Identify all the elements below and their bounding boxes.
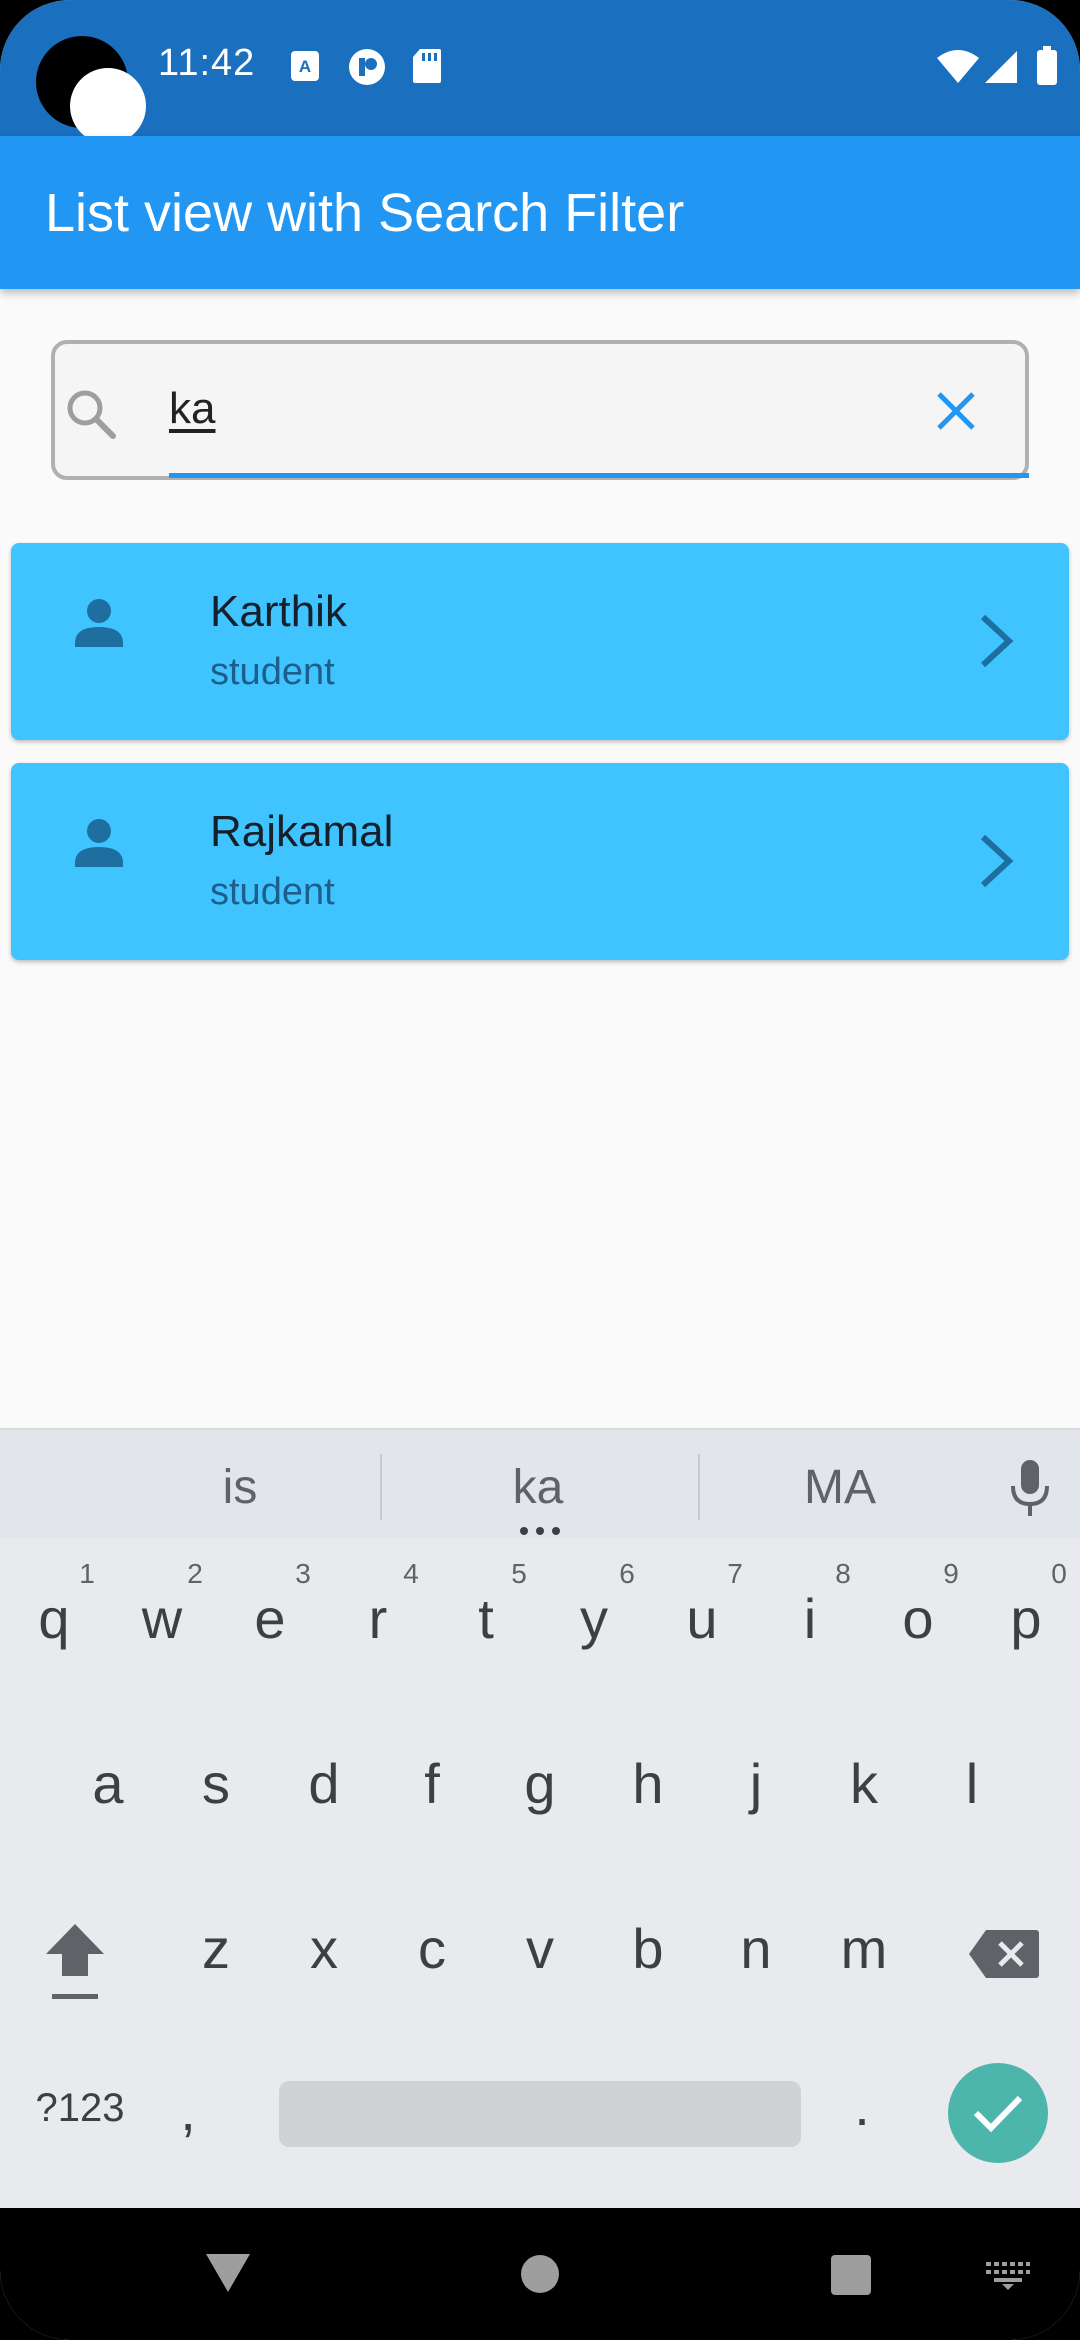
symbols-key[interactable]: ?123 xyxy=(20,2086,140,2131)
key-l[interactable]: l xyxy=(922,1751,1022,1816)
key-comma[interactable]: , xyxy=(168,2078,208,2143)
person-icon xyxy=(75,819,123,867)
battery-icon xyxy=(1037,46,1057,85)
key-d[interactable]: d xyxy=(274,1751,374,1816)
recents-icon[interactable] xyxy=(830,2254,872,2296)
suggestion-ka[interactable]: ka xyxy=(478,1460,598,1515)
space-key[interactable] xyxy=(279,2081,801,2147)
key-v[interactable]: v xyxy=(490,1916,590,1981)
list-item-title: Rajkamal xyxy=(210,807,394,856)
text-recognition-icon: A xyxy=(291,51,319,81)
key-g[interactable]: g xyxy=(490,1751,590,1816)
list-item[interactable]: Karthik student xyxy=(11,543,1069,740)
camera-cutout xyxy=(36,36,146,144)
sd-card-icon xyxy=(413,49,441,83)
person-icon xyxy=(75,599,123,647)
close-icon[interactable] xyxy=(931,386,981,436)
list-item-subtitle: student xyxy=(210,871,335,913)
key-h[interactable]: h xyxy=(598,1751,698,1816)
microphone-icon[interactable] xyxy=(1008,1458,1052,1518)
key-b[interactable]: b xyxy=(598,1916,698,1981)
suggestion-ma[interactable]: MA xyxy=(780,1460,900,1515)
key-k[interactable]: k xyxy=(814,1751,914,1816)
phone-screen: 11:42 A List view with Search Filter ka … xyxy=(0,0,1080,2340)
key-q[interactable]: q xyxy=(4,1586,104,1651)
key-o[interactable]: o xyxy=(868,1586,968,1651)
key-s[interactable]: s xyxy=(166,1751,266,1816)
chevron-right-icon[interactable] xyxy=(973,831,1017,891)
keyboard-switch-icon[interactable] xyxy=(986,2262,1030,2290)
key-period[interactable]: . xyxy=(842,2073,882,2138)
search-input[interactable]: ka xyxy=(169,384,215,434)
shift-icon[interactable] xyxy=(40,1918,110,2008)
suggestion-divider xyxy=(380,1454,382,1520)
key-f[interactable]: f xyxy=(382,1751,482,1816)
backspace-icon[interactable] xyxy=(968,1928,1040,1980)
key-z[interactable]: z xyxy=(166,1916,266,1981)
suggestion-divider xyxy=(698,1454,700,1520)
svg-text:A: A xyxy=(299,57,311,76)
app-bar: List view with Search Filter xyxy=(0,136,1080,289)
chevron-right-icon[interactable] xyxy=(973,611,1017,671)
status-bar: 11:42 A xyxy=(0,0,1080,144)
soft-keyboard: is ka MA 1 2 3 4 5 6 7 8 9 0 q w e r t y… xyxy=(0,1428,1080,2208)
page-title: List view with Search Filter xyxy=(45,183,685,243)
key-e[interactable]: e xyxy=(220,1586,320,1651)
key-w[interactable]: w xyxy=(112,1586,212,1651)
wifi-icon xyxy=(937,50,979,83)
list-item-subtitle: student xyxy=(210,651,335,693)
key-u[interactable]: u xyxy=(652,1586,752,1651)
back-icon[interactable] xyxy=(204,2252,252,2294)
list-item[interactable]: Rajkamal student xyxy=(11,763,1069,960)
key-n[interactable]: n xyxy=(706,1916,806,1981)
key-r[interactable]: r xyxy=(328,1586,428,1651)
key-a[interactable]: a xyxy=(58,1751,158,1816)
key-y[interactable]: y xyxy=(544,1586,644,1651)
suggestion-is[interactable]: is xyxy=(180,1460,300,1515)
app-notification-icon xyxy=(349,49,385,85)
status-time: 11:42 xyxy=(158,42,256,84)
search-field[interactable]: ka xyxy=(51,340,1029,480)
suggestion-bar: is ka MA xyxy=(0,1428,1080,1538)
camera-lens xyxy=(70,68,146,144)
key-x[interactable]: x xyxy=(274,1916,374,1981)
check-icon xyxy=(973,2095,1023,2133)
key-i[interactable]: i xyxy=(760,1586,860,1651)
search-icon xyxy=(67,390,116,439)
key-c[interactable]: c xyxy=(382,1916,482,1981)
navigation-bar xyxy=(0,2208,1080,2340)
home-icon[interactable] xyxy=(520,2254,560,2294)
key-t[interactable]: t xyxy=(436,1586,536,1651)
list-item-title: Karthik xyxy=(210,587,347,636)
enter-button[interactable] xyxy=(948,2063,1048,2163)
more-suggestions-icon[interactable] xyxy=(518,1526,562,1536)
search-focus-underline xyxy=(169,473,1029,478)
key-m[interactable]: m xyxy=(814,1916,914,1981)
key-p[interactable]: p xyxy=(976,1586,1076,1651)
key-j[interactable]: j xyxy=(706,1751,806,1816)
signal-icon xyxy=(985,51,1017,83)
